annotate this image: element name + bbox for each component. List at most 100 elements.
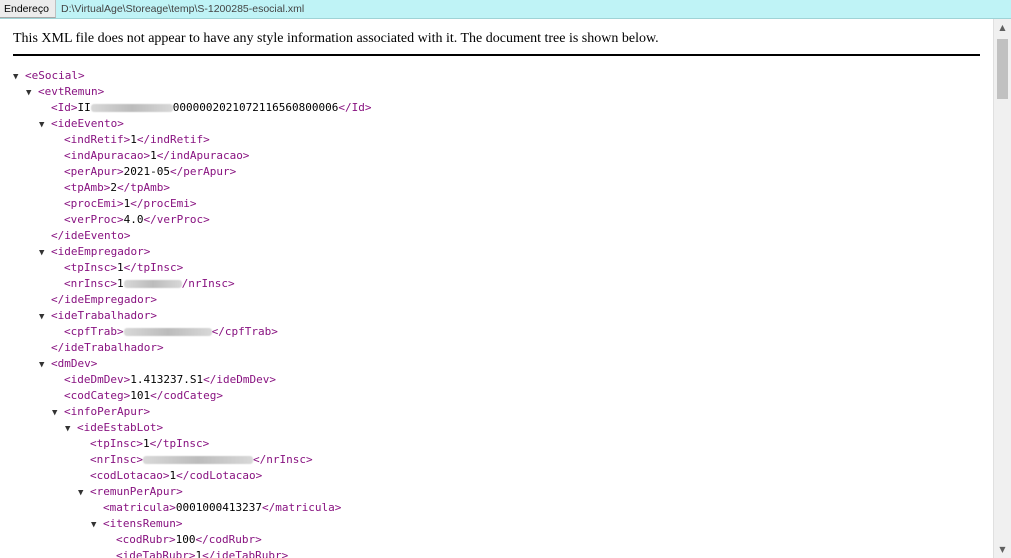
xml-open-tag: <nrInsc> <box>64 277 117 290</box>
xml-line: <ideTabRubr>1</ideTabRubr> <box>116 548 288 558</box>
xml-text-value: 2021-05 <box>123 165 170 178</box>
redacted-value <box>90 104 173 112</box>
collapse-triangle-icon[interactable]: ▼ <box>39 245 51 261</box>
xml-line: <perApur>2021-05</perApur> <box>64 164 236 180</box>
xml-line[interactable]: ▼ <ideEmpregador> <box>39 244 150 260</box>
collapse-triangle-icon[interactable]: ▼ <box>91 517 103 533</box>
xml-close-tag: </perApur> <box>169 165 237 178</box>
xml-text-value: 1.413237.S1 <box>130 373 204 386</box>
collapse-triangle-icon[interactable]: ▼ <box>26 85 38 101</box>
xml-line: </ideTrabalhador> <box>51 340 164 356</box>
xml-open-tag: <tpAmb> <box>64 181 111 194</box>
collapse-triangle-icon[interactable]: ▼ <box>52 405 64 421</box>
collapse-triangle-icon[interactable]: ▼ <box>65 421 77 437</box>
collapse-triangle-icon[interactable]: ▼ <box>13 69 25 85</box>
xml-line: <cpfTrab> </cpfTrab> <box>64 324 278 340</box>
xml-open-tag: <infoPerApur> <box>64 405 151 418</box>
notice-divider <box>13 54 980 56</box>
xml-line[interactable]: ▼ <remunPerApur> <box>78 484 183 500</box>
xml-open-tag: <tpInsc> <box>90 437 143 450</box>
xml-line[interactable]: ▼ <infoPerApur> <box>52 404 150 420</box>
xml-line: <procEmi>1</procEmi> <box>64 196 196 212</box>
xml-open-tag: <perApur> <box>64 165 124 178</box>
xml-close-tag: </procEmi> <box>130 197 197 210</box>
xml-line: <indRetif>1</indRetif> <box>64 132 210 148</box>
xml-viewer: This XML file does not appear to have an… <box>0 19 993 558</box>
xml-text-value: 1 <box>116 261 124 274</box>
xml-line: <nrInsc> </nrInsc> <box>90 452 313 468</box>
vertical-scrollbar[interactable]: ▲ ▼ <box>993 19 1011 558</box>
address-input[interactable]: D:\VirtualAge\Storeage\temp\S-1200285-es… <box>57 1 1011 17</box>
collapse-triangle-icon[interactable]: ▼ <box>78 485 90 501</box>
xml-line: <codLotacao>1</codLotacao> <box>90 468 262 484</box>
xml-open-tag: </ideTrabalhador> <box>51 341 164 354</box>
xml-open-tag: <tpInsc> <box>64 261 117 274</box>
xml-open-tag: <codRubr> <box>116 533 176 546</box>
xml-open-tag: <ideTabRubr> <box>116 549 196 558</box>
xml-open-tag: <eSocial> <box>25 69 85 82</box>
collapse-triangle-icon[interactable]: ▼ <box>39 117 51 133</box>
xml-line: <ideDmDev>1.413237.S1</ideDmDev> <box>64 372 276 388</box>
xml-line: <matricula>0001000413237</matricula> <box>103 500 341 516</box>
xml-open-tag: </ideEmpregador> <box>51 293 157 306</box>
xml-close-tag: </indRetif> <box>136 133 210 146</box>
xml-line: <tpInsc>1</tpInsc> <box>90 436 209 452</box>
xml-line[interactable]: ▼ <ideEvento> <box>39 116 124 132</box>
xml-open-tag: <cpfTrab> <box>64 325 124 338</box>
xml-open-tag: <nrInsc> <box>90 453 143 466</box>
xml-text-value: 101 <box>130 389 151 402</box>
xml-line: <tpInsc>1</tpInsc> <box>64 260 183 276</box>
xml-line: </ideEvento> <box>51 228 130 244</box>
collapse-triangle-icon[interactable]: ▼ <box>39 357 51 373</box>
xml-text-value: 2 <box>110 181 117 194</box>
xml-close-tag: </verProc> <box>143 213 210 226</box>
xml-line[interactable]: ▼ <evtRemun> <box>26 84 104 100</box>
xml-open-tag: <indRetif> <box>64 133 131 146</box>
xml-line: <indApuracao>1</indApuracao> <box>64 148 249 164</box>
scroll-down-icon[interactable]: ▼ <box>994 541 1011 558</box>
xml-open-tag: <ideEstabLot> <box>77 421 164 434</box>
xml-line[interactable]: ▼ <ideEstabLot> <box>65 420 163 436</box>
xml-text-value: 1 <box>130 133 137 146</box>
address-bar: Endereço D:\VirtualAge\Storeage\temp\S-1… <box>0 0 1011 19</box>
xml-close-tag: </indApuracao> <box>156 149 250 162</box>
xml-open-tag: <codCateg> <box>64 389 131 402</box>
xml-line: <codCateg>101</codCateg> <box>64 388 223 404</box>
xml-open-tag: <ideEvento> <box>51 117 124 130</box>
xml-text-value: 1 <box>142 437 150 450</box>
xml-close-tag: </tpAmb> <box>116 181 170 194</box>
redacted-value <box>142 456 253 464</box>
scroll-thumb[interactable] <box>997 39 1008 99</box>
xml-open-tag: <ideEmpregador> <box>51 245 151 258</box>
xml-open-tag: <indApuracao> <box>64 149 151 162</box>
xml-close-tag: </matricula> <box>261 501 342 514</box>
collapse-triangle-icon[interactable]: ▼ <box>39 309 51 325</box>
xml-text-value: 1 <box>150 149 157 162</box>
xml-close-tag: </tpInsc> <box>149 437 210 450</box>
xml-line[interactable]: ▼ <eSocial> <box>13 68 85 84</box>
xml-open-tag: <ideTrabalhador> <box>51 309 157 322</box>
xml-line[interactable]: ▼ <itensRemun> <box>91 516 182 532</box>
xml-close-tag: </codCateg> <box>150 389 223 402</box>
xml-text-value: 4.0 <box>123 213 144 226</box>
xml-line: </ideEmpregador> <box>51 292 157 308</box>
xml-open-tag: <Id> <box>51 101 78 114</box>
scroll-up-icon[interactable]: ▲ <box>994 19 1011 36</box>
xml-close-tag: </ideTabRubr> <box>202 549 289 558</box>
style-info-notice: This XML file does not appear to have an… <box>13 31 659 46</box>
xml-open-tag: <codLotacao> <box>90 469 170 482</box>
xml-line[interactable]: ▼ <ideTrabalhador> <box>39 308 157 324</box>
xml-open-tag: <itensRemun> <box>103 517 183 530</box>
xml-open-tag: </ideEvento> <box>51 229 131 242</box>
xml-text-value: 0000002021072116560800006 <box>172 101 339 114</box>
xml-close-tag: </ideDmDev> <box>203 373 276 386</box>
xml-open-tag: <procEmi> <box>64 197 124 210</box>
xml-close-tag: </codRubr> <box>195 533 262 546</box>
xml-line[interactable]: ▼ <dmDev> <box>39 356 97 372</box>
xml-text-value: II <box>77 101 91 114</box>
xml-line: <Id>II 0000002021072116560800006</Id> <box>51 100 371 116</box>
xml-open-tag: <matricula> <box>103 501 176 514</box>
xml-line: <tpAmb>2</tpAmb> <box>64 180 170 196</box>
xml-close-tag: </tpInsc> <box>123 261 184 274</box>
address-label: Endereço <box>0 0 56 18</box>
